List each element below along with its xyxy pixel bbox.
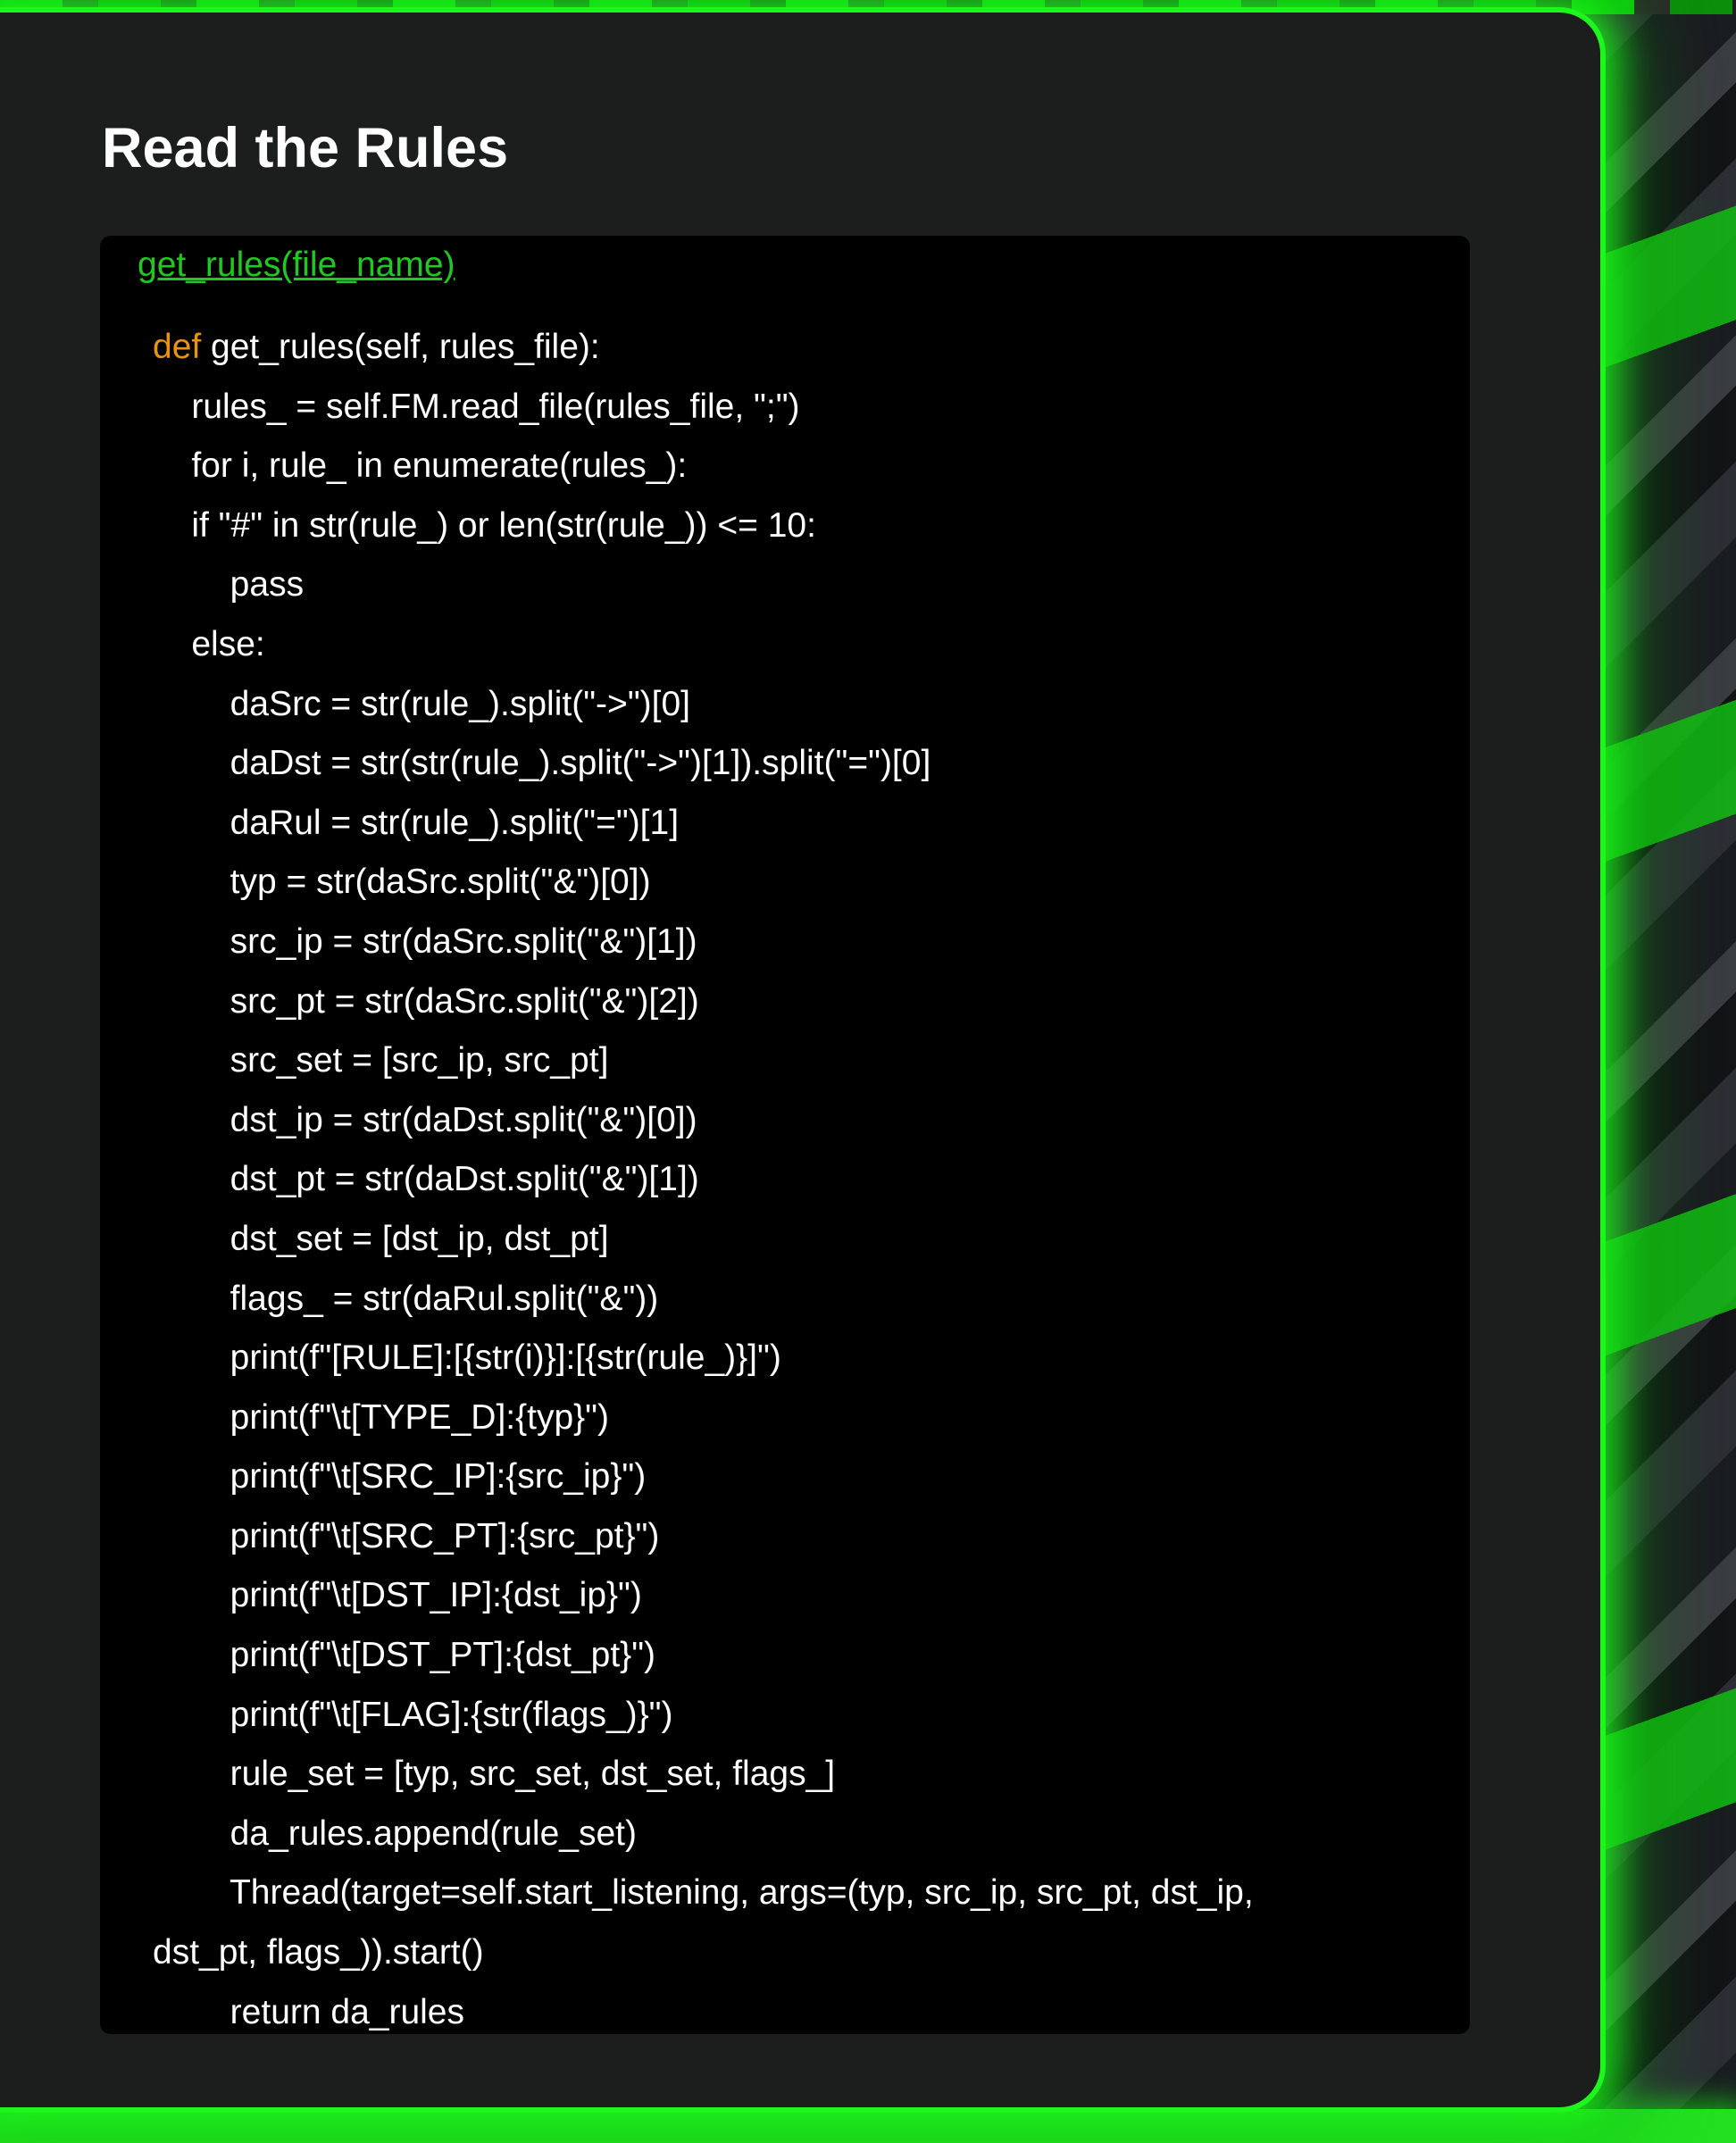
code-line: print(f"[RULE]:[{str(i)}]:[{str(rule_)}]… bbox=[153, 1338, 781, 1378]
code-listing: def get_rules(self, rules_file): rules_ … bbox=[153, 318, 1456, 2042]
code-line: daRul = str(rule_).split("=")[1] bbox=[153, 803, 680, 842]
function-link[interactable]: get_rules(file_name) bbox=[138, 243, 455, 288]
background-bottom-glow-bar bbox=[0, 2109, 1736, 2143]
code-line: da_rules.append(rule_set) bbox=[153, 1814, 637, 1853]
code-line: print(f"\t[SRC_IP]:{src_ip}") bbox=[153, 1457, 647, 1497]
code-line: daDst = str(str(rule_).split("->")[1]).s… bbox=[153, 744, 931, 783]
content-card: Read the Rules get_rules(file_name) def … bbox=[0, 13, 1600, 2107]
code-line: typ = str(daSrc.split("&")[0]) bbox=[153, 863, 651, 902]
code-line: for i, rule_ in enumerate(rules_): bbox=[153, 446, 688, 486]
code-line: dst_pt, flags_)).start() bbox=[153, 1933, 484, 1972]
code-line: pass bbox=[153, 565, 305, 605]
def-signature: get_rules(self, rules_file): bbox=[201, 328, 600, 366]
code-line: src_pt = str(daSrc.split("&")[2]) bbox=[153, 981, 699, 1021]
code-block: get_rules(file_name) def get_rules(self,… bbox=[100, 236, 1470, 2034]
code-line: src_ip = str(daSrc.split("&")[1]) bbox=[153, 921, 697, 961]
code-line: flags_ = str(daRul.split("&")) bbox=[153, 1279, 659, 1318]
code-line: print(f"\t[FLAG]:{str(flags_)}") bbox=[153, 1695, 673, 1734]
code-line: dst_set = [dst_ip, dst_pt] bbox=[153, 1219, 609, 1258]
code-line: else: bbox=[153, 624, 265, 663]
code-line: dst_ip = str(daDst.split("&")[0]) bbox=[153, 1100, 697, 1139]
code-line: print(f"\t[SRC_PT]:{src_pt}") bbox=[153, 1516, 660, 1555]
code-line: return da_rules bbox=[153, 1992, 465, 2031]
code-line: src_set = [src_ip, src_pt] bbox=[153, 1041, 609, 1080]
code-line: daSrc = str(rule_).split("->")[0] bbox=[153, 684, 691, 723]
code-line: print(f"\t[TYPE_D]:{typ}") bbox=[153, 1397, 610, 1437]
code-line: Thread(target=self.start_listening, args… bbox=[153, 1873, 1254, 1913]
section-title: Read the Rules bbox=[102, 117, 509, 179]
code-line: print(f"\t[DST_IP]:{dst_ip}") bbox=[153, 1576, 642, 1615]
code-line: if "#" in str(rule_) or len(str(rule_)) … bbox=[153, 505, 816, 545]
code-line: rule_set = [typ, src_set, dst_set, flags… bbox=[153, 1755, 836, 1794]
def-keyword: def bbox=[153, 328, 202, 366]
code-line-def: def get_rules(self, rules_file): bbox=[153, 318, 1456, 378]
code-line: dst_pt = str(daDst.split("&")[1]) bbox=[153, 1160, 699, 1199]
code-line: rules_ = self.FM.read_file(rules_file, "… bbox=[153, 387, 800, 426]
code-line: print(f"\t[DST_PT]:{dst_pt}") bbox=[153, 1636, 656, 1675]
